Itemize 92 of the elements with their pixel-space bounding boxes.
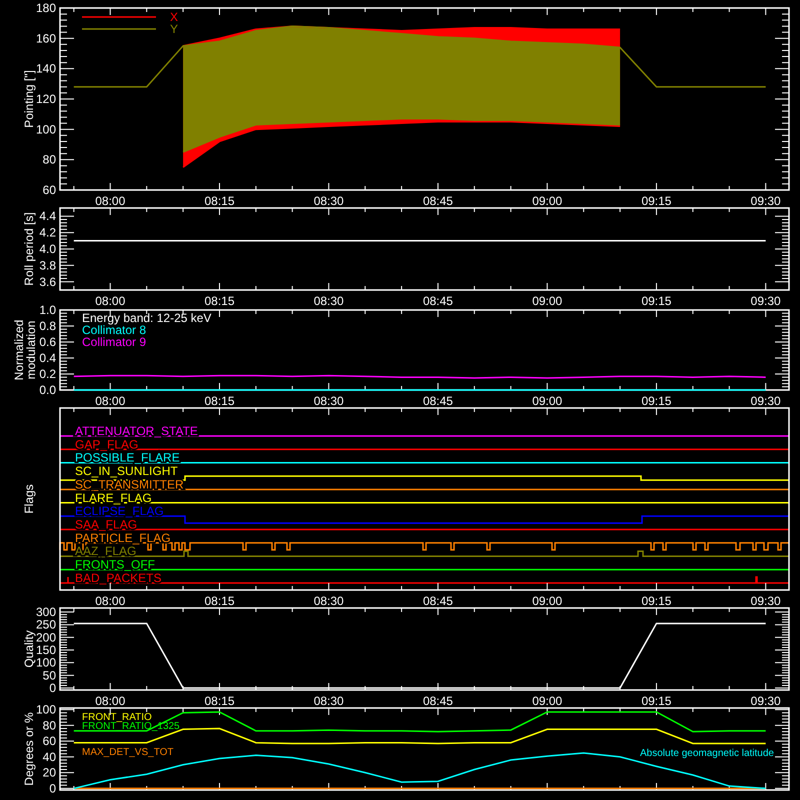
- tick-label: 4.2: [39, 226, 56, 240]
- tick-label: 0: [49, 781, 56, 796]
- time-label: 08:45: [422, 594, 453, 608]
- time-label: 08:45: [422, 394, 453, 408]
- time-label: 09:15: [641, 194, 672, 208]
- legend-label: Collimator 8: [82, 323, 146, 337]
- tick-label: 0: [49, 680, 56, 695]
- legend-label: Absolute geomagnetic latitude: [640, 748, 774, 759]
- time-label: 08:00: [95, 194, 126, 208]
- time-label: 09:30: [750, 594, 781, 608]
- time-label: 08:45: [422, 294, 453, 308]
- tick-label: 3.6: [39, 274, 56, 289]
- tick-label: 150: [36, 643, 56, 657]
- axis-title: Pointing ["]: [22, 70, 36, 128]
- time-label: 08:30: [314, 394, 344, 408]
- tick-label: 0.4: [39, 351, 56, 365]
- time-label: 09:15: [641, 694, 672, 708]
- time-label: 09:00: [532, 694, 562, 708]
- time-label: 09:15: [641, 294, 672, 308]
- flag-label: SC_TRANSMITTER: [75, 477, 184, 492]
- time-label: 08:15: [204, 394, 234, 408]
- time-label: 08:15: [204, 694, 234, 708]
- tick-label: 0.2: [39, 367, 56, 381]
- flag-label: ECLIPSE_FLAG: [75, 504, 164, 518]
- time-label: 08:00: [95, 694, 126, 708]
- flag-label: FLARE_FLAG: [75, 490, 152, 505]
- time-label: 09:15: [641, 394, 672, 408]
- time-label: 09:00: [532, 194, 562, 208]
- time-label: 09:15: [641, 594, 672, 608]
- tick-label: 80: [42, 718, 56, 732]
- legend-label: FRONT_RATIO: [82, 712, 152, 723]
- tick-label: 0.0: [39, 383, 56, 397]
- tick-label: 140: [36, 62, 56, 76]
- time-label: 08:15: [204, 194, 234, 208]
- axis-title: Quality: [22, 630, 36, 668]
- flag-label: SC_IN_SUNLIGHT: [75, 464, 178, 478]
- time-label: 09:00: [532, 394, 562, 408]
- tick-label: 1.0: [39, 303, 56, 317]
- time-label: 09:30: [750, 194, 781, 208]
- tick-label: 300: [36, 605, 56, 620]
- time-label: 09:30: [750, 694, 781, 708]
- tick-label: 80: [42, 152, 56, 167]
- time-label: 08:30: [314, 194, 344, 208]
- legend-label: Y: [170, 22, 178, 36]
- time-label: 08:00: [95, 594, 126, 608]
- tick-label: 160: [36, 31, 56, 46]
- flag-label: PARTICLE_FLAG: [75, 530, 171, 545]
- tick-label: 200: [36, 630, 56, 644]
- tick-label: 60: [42, 734, 56, 748]
- axis-title: Flags: [22, 484, 36, 514]
- time-label: 09:30: [750, 294, 781, 308]
- flag-label: POSSIBLE_FLARE: [75, 450, 180, 465]
- tick-label: 100: [36, 702, 56, 717]
- tick-label: 180: [36, 1, 56, 15]
- time-label: 09:30: [750, 394, 781, 408]
- time-label: 08:00: [95, 294, 126, 308]
- time-label: 08:00: [95, 394, 126, 408]
- flag-label: SAA_FLAG: [75, 518, 138, 532]
- time-label: 08:30: [314, 294, 344, 308]
- flag-label: ATTENUATOR_STATE: [75, 424, 198, 438]
- legend-label: Collimator 9: [82, 335, 146, 349]
- time-label: 08:45: [422, 194, 453, 208]
- time-label: 08:30: [314, 694, 344, 708]
- time-label: 08:15: [204, 294, 234, 308]
- tick-label: 100: [36, 656, 56, 670]
- flag-label: FRONTS_OFF: [75, 558, 155, 572]
- tick-label: 50: [42, 668, 56, 682]
- tick-label: 4.4: [39, 209, 56, 224]
- tick-label: 3.8: [39, 258, 56, 272]
- time-label: 08:15: [204, 594, 234, 608]
- chart-title: Energy band: 12-25 keV: [82, 311, 212, 325]
- tick-label: 120: [36, 92, 56, 106]
- axis-title: Roll period [s]: [22, 212, 36, 286]
- tick-label: 60: [42, 183, 56, 197]
- time-label: 09:00: [532, 294, 562, 308]
- tick-label: 0.8: [39, 319, 56, 333]
- legend-label: MAX_DET_VS_TOT: [82, 747, 174, 758]
- tick-label: 0.6: [39, 335, 56, 349]
- flag-label: BAD_PACKETS: [75, 570, 162, 585]
- flag-label: GAP_FLAG: [75, 437, 138, 452]
- tick-label: 20: [42, 766, 56, 780]
- tick-label: 40: [42, 750, 56, 764]
- time-label: 08:30: [314, 594, 344, 608]
- legend-label: X: [170, 10, 178, 24]
- tick-label: 250: [36, 618, 56, 632]
- flag-label: AAZ_FLAG: [75, 544, 136, 558]
- tick-label: 4.0: [39, 242, 56, 256]
- time-label: 08:45: [422, 694, 453, 708]
- axis-title: Degrees or %: [22, 712, 36, 786]
- axis-title: Normalized modulation: [12, 320, 38, 380]
- tick-label: 100: [36, 122, 56, 136]
- time-label: 09:00: [532, 594, 562, 608]
